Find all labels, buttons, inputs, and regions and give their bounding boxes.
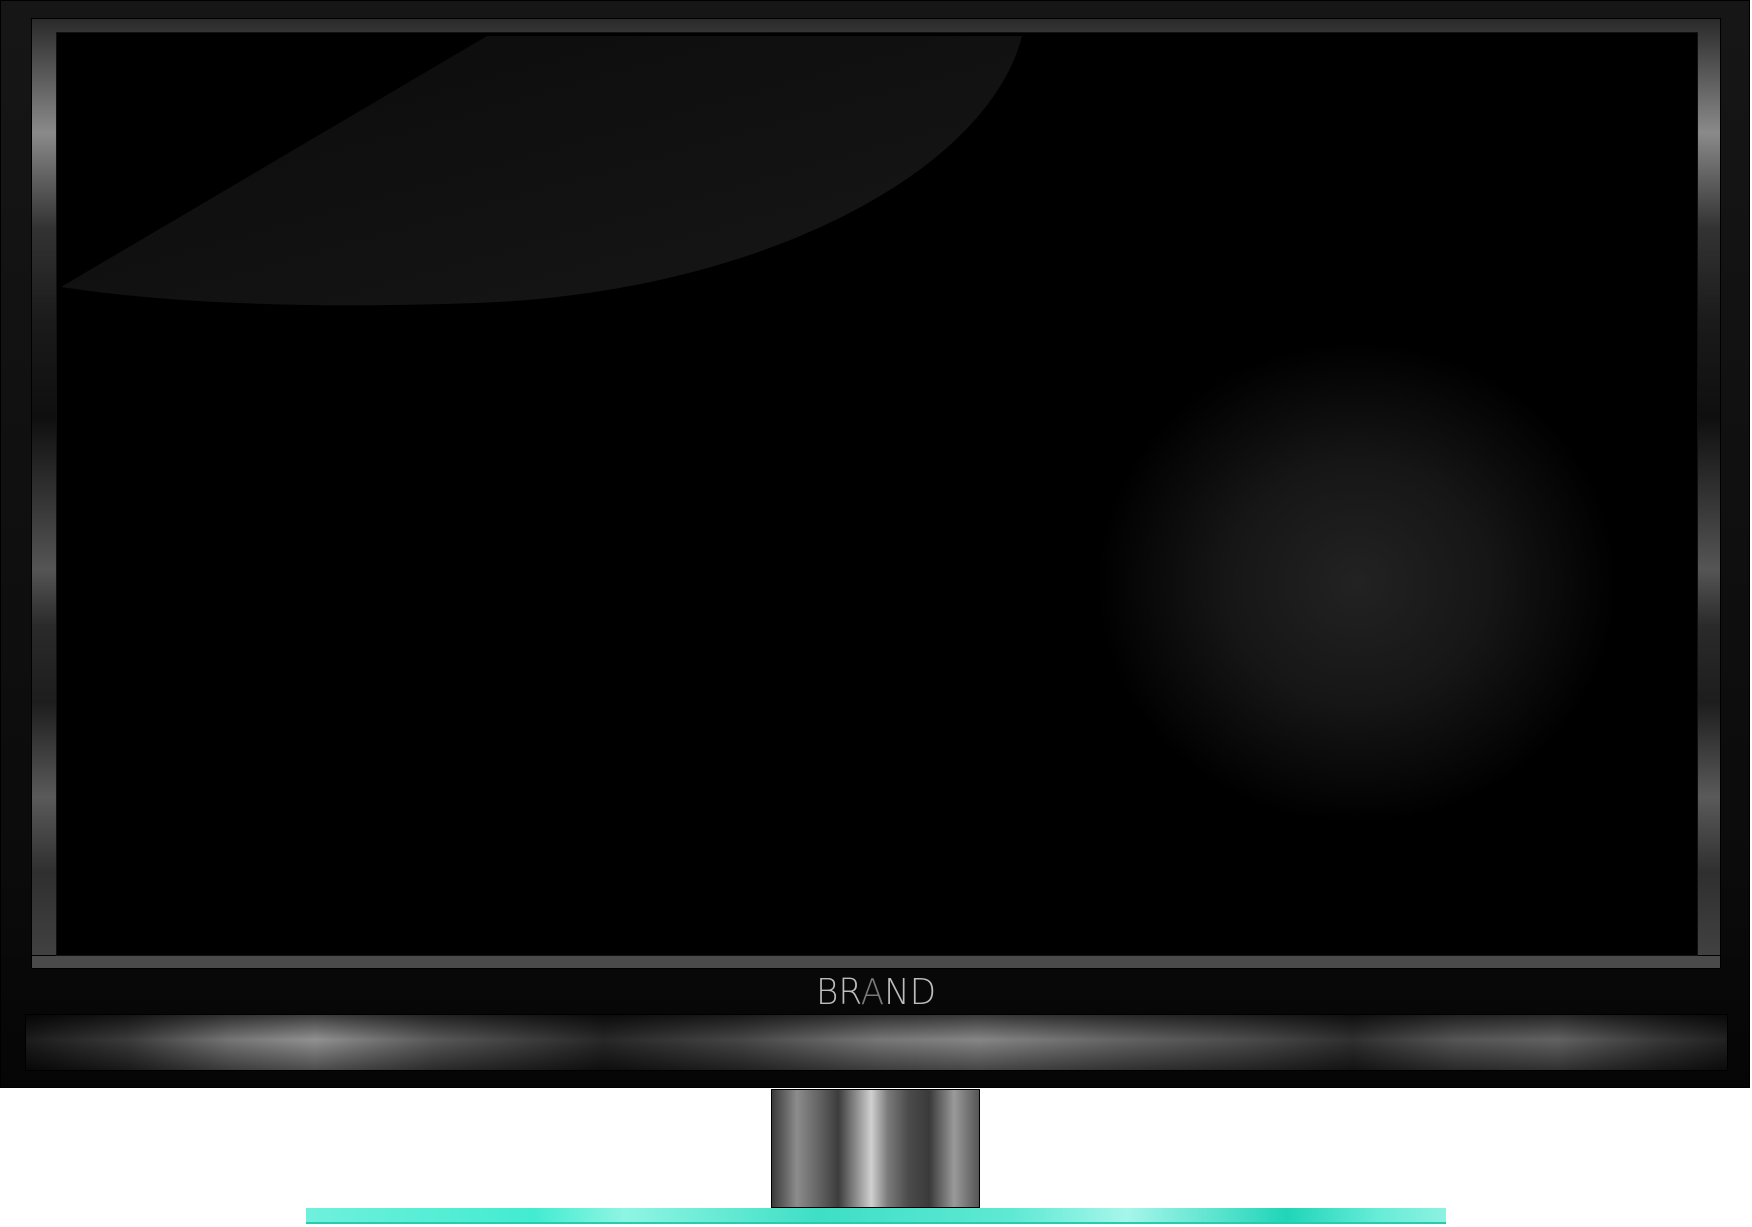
brand-logo: BRAND (45, 971, 1708, 1015)
screen-reflections (61, 36, 1617, 823)
brand-logo-part-1: BR (815, 972, 861, 1013)
tv-screen (56, 32, 1698, 956)
soft-glow (1097, 343, 1617, 823)
tv-bezel: BRAND (0, 0, 1750, 1088)
brand-logo-part-2: A (860, 972, 885, 1013)
brand-logo-part-3: ND (884, 972, 937, 1013)
speaker-bar (25, 1014, 1728, 1071)
glass-stand-base (306, 1208, 1446, 1224)
screen-frame-bottom-edge (32, 955, 1720, 968)
stand-neck (771, 1089, 980, 1208)
television: BRAND (0, 0, 1752, 1227)
top-glare (61, 36, 1022, 306)
